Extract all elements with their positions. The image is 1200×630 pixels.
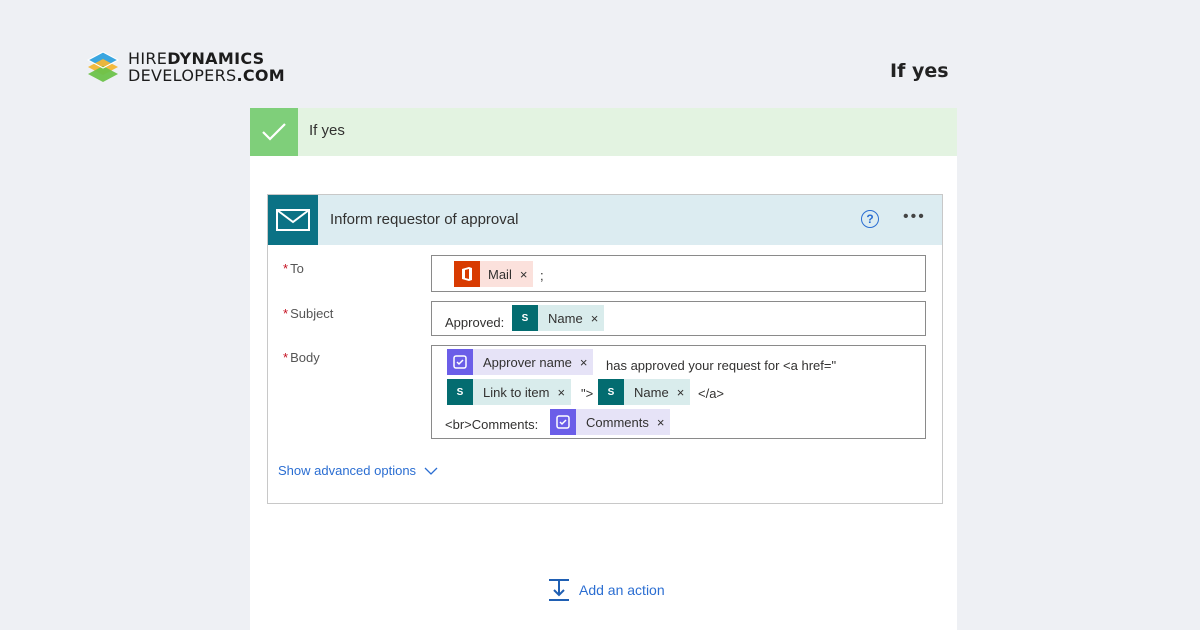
required-marker: * — [283, 261, 289, 276]
remove-mail-token-icon[interactable]: × — [519, 261, 534, 287]
body-field[interactable]: Approver name × has approved your reques… — [431, 345, 926, 439]
body-text-1: has approved your request for <a href=" — [606, 358, 837, 373]
action-card-title: Inform requestor of approval — [330, 211, 519, 228]
if-yes-header[interactable]: If yes — [250, 108, 957, 156]
help-icon[interactable]: ? — [861, 210, 879, 228]
office-icon — [454, 261, 480, 287]
approver-name-token[interactable]: Approver name × — [447, 349, 594, 375]
to-label-text: To — [290, 261, 304, 276]
to-separator: ; — [540, 268, 544, 283]
stacked-layers-logo-icon — [86, 50, 120, 84]
subject-field-label: * Subject — [283, 306, 333, 321]
subject-prefix-text: Approved: — [445, 315, 505, 330]
if-yes-label: If yes — [309, 122, 345, 139]
body-field-label: * Body — [283, 350, 320, 365]
add-action-icon — [549, 579, 569, 601]
comments-token[interactable]: Comments × — [550, 409, 671, 435]
body-text-3: </a> — [698, 386, 725, 401]
to-field-label: * To — [283, 261, 304, 276]
body-label-text: Body — [290, 350, 320, 365]
required-marker: * — [283, 350, 289, 365]
subject-field[interactable]: Approved: S Name × — [431, 301, 926, 336]
subject-label-text: Subject — [290, 306, 334, 321]
mail-icon — [268, 195, 318, 245]
more-options-icon[interactable]: ••• — [903, 208, 926, 226]
comments-token-label: Comments — [576, 409, 657, 435]
brand-logo-block: HIREDYNAMICS DEVELOPERS.COM — [86, 50, 285, 84]
sharepoint-icon: S — [447, 379, 473, 405]
if-yes-branch-panel: If yes Inform requestor of approval ? ••… — [250, 108, 957, 630]
brand-name: HIREDYNAMICS DEVELOPERS.COM — [128, 50, 285, 84]
brand-word-com: .COM — [236, 66, 285, 85]
sharepoint-icon: S — [598, 379, 624, 405]
link-to-item-label: Link to item — [473, 379, 558, 405]
mail-token[interactable]: Mail × — [454, 261, 534, 287]
show-advanced-options-label: Show advanced options — [278, 463, 417, 478]
body-text-2: "> — [581, 386, 594, 401]
add-an-action-label: Add an action — [579, 582, 665, 598]
required-marker: * — [283, 306, 289, 321]
remove-approver-token-icon[interactable]: × — [579, 349, 594, 375]
remove-comments-token-icon[interactable]: × — [656, 409, 671, 435]
approvals-icon — [447, 349, 473, 375]
link-to-item-token[interactable]: S Link to item × — [447, 379, 572, 405]
mail-token-label: Mail — [480, 261, 520, 287]
checkmark-icon — [250, 108, 298, 156]
approvals-icon — [550, 409, 576, 435]
add-an-action-button[interactable]: Add an action — [547, 578, 665, 602]
approver-name-label: Approver name — [473, 349, 580, 375]
show-advanced-options-link[interactable]: Show advanced options — [278, 463, 438, 478]
body-text-4: <br>Comments: — [445, 417, 539, 432]
body-name-token-label: Name — [624, 379, 677, 405]
action-card: Inform requestor of approval ? ••• * To M… — [267, 194, 943, 504]
name-token[interactable]: S Name × — [512, 305, 605, 331]
action-card-header[interactable]: Inform requestor of approval ? ••• — [268, 195, 942, 245]
chevron-down-icon — [424, 467, 438, 475]
brand-word-developers: DEVELOPERS — [128, 66, 237, 85]
remove-body-name-token-icon[interactable]: × — [676, 379, 691, 405]
remove-name-token-icon[interactable]: × — [590, 305, 605, 331]
to-field[interactable]: Mail × ; — [431, 255, 926, 292]
remove-link-token-icon[interactable]: × — [557, 379, 572, 405]
name-token-body[interactable]: S Name × — [598, 379, 691, 405]
name-token-label: Name — [538, 305, 591, 331]
page-title: If yes — [890, 60, 949, 82]
sharepoint-icon: S — [512, 305, 538, 331]
